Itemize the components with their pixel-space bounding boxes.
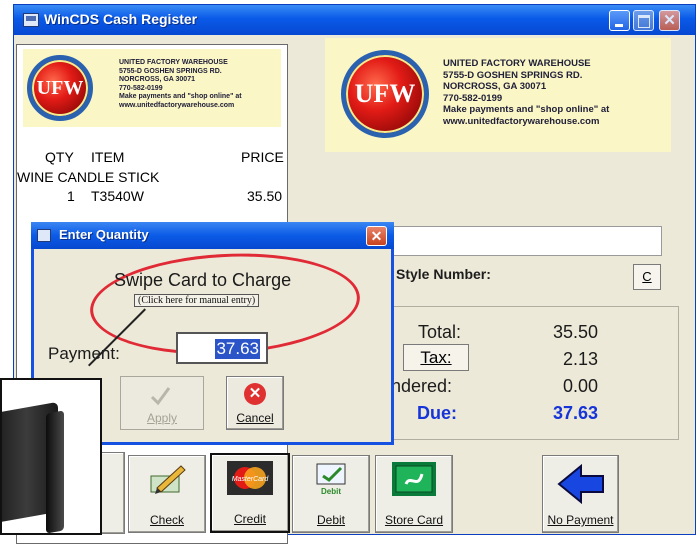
back-arrow-icon <box>556 463 604 505</box>
tax-button-label: Tax: <box>420 348 452 367</box>
window-title: WinCDS Cash Register <box>44 11 198 27</box>
receipt-line-description: WINE CANDLE STICK <box>17 169 160 185</box>
no-payment-button[interactable]: No Payment <box>542 455 619 533</box>
store-card-icon <box>392 462 436 496</box>
tendered-label: ndered: <box>391 376 453 396</box>
check-button[interactable]: Check <box>128 455 206 533</box>
no-payment-label: No Payment <box>547 513 614 527</box>
dialog-app-icon <box>37 229 51 242</box>
receipt-line-qty: 1 <box>67 188 75 204</box>
logo-text: UFW <box>354 79 416 108</box>
store-url: www.unitedfactorywarehouse.com <box>443 115 600 127</box>
dialog-title-bar[interactable]: Enter Quantity ✕ <box>31 222 394 249</box>
store-info: UNITED FACTORY WAREHOUSE 5755-D GOSHEN S… <box>443 58 673 127</box>
card-reader-photo <box>0 378 102 535</box>
credit-label: Credit <box>233 512 266 526</box>
debit-text: Debit <box>321 487 341 496</box>
total-value: 35.50 <box>552 322 598 342</box>
store-note: Make payments and "shop online" at <box>119 93 242 100</box>
due-value: 37.63 <box>552 403 598 423</box>
store-name: UNITED FACTORY WAREHOUSE <box>119 59 228 66</box>
due-label: Due: <box>417 403 457 423</box>
app-icon <box>23 13 39 27</box>
debit-card-icon: Debit <box>316 463 346 496</box>
item-entry-field[interactable] <box>383 226 662 256</box>
payment-input[interactable]: 37.63 <box>176 332 268 364</box>
cancel-button[interactable]: ✕ Cancel <box>226 376 284 430</box>
clear-button[interactable]: C <box>633 264 661 290</box>
debit-label: Debit <box>316 513 345 527</box>
dialog-close-button[interactable]: ✕ <box>366 226 387 246</box>
store-street: 5755-D GOSHEN SPRINGS RD. <box>119 67 222 75</box>
manual-entry-link[interactable]: (Click here for manual entry) <box>134 294 260 307</box>
checkmark-icon <box>150 387 171 406</box>
receipt-col-qty: QTY <box>45 149 74 165</box>
minimize-button[interactable] <box>609 10 630 31</box>
store-phone: 770-582-0199 <box>443 92 503 104</box>
store-name: UNITED FACTORY WAREHOUSE <box>443 58 591 69</box>
ufw-logo: UFW <box>27 55 93 121</box>
credit-button[interactable]: MasterCard Credit <box>210 453 290 533</box>
mastercard-icon: MasterCard <box>227 461 273 495</box>
ufw-logo-large: UFW <box>341 50 429 138</box>
store-city: NORCROSS, GA 30071 <box>443 81 547 92</box>
store-note: Make payments and "shop online" at <box>443 104 610 115</box>
tax-value: 2.13 <box>562 349 598 369</box>
store-card-label: Store Card <box>384 513 444 527</box>
check-label: Check <box>149 513 184 527</box>
receipt-col-price: PRICE <box>241 149 284 165</box>
style-number-label: Style Number: <box>396 266 491 282</box>
receipt-header: UFW UNITED FACTORY WAREHOUSE 5755-D GOSH… <box>23 49 281 127</box>
mastercard-text: MasterCard <box>232 476 270 483</box>
receipt-line-price: 35.50 <box>247 188 283 204</box>
store-street: 5755-D GOSHEN SPRINGS RD. <box>443 69 583 81</box>
debit-button[interactable]: Debit Debit <box>292 455 370 533</box>
receipt-store-info: UNITED FACTORY WAREHOUSE 5755-D GOSHEN S… <box>119 59 279 110</box>
tax-button[interactable]: Tax: <box>403 344 469 371</box>
swipe-card-prompt: Swipe Card to Charge <box>114 270 292 290</box>
apply-label: Apply <box>146 411 178 425</box>
payment-label: Payment: <box>48 344 120 363</box>
logo-text: UFW <box>36 77 84 99</box>
store-url: www.unitedfactorywarehouse.com <box>119 101 235 109</box>
receipt-col-item: ITEM <box>91 149 125 165</box>
cancel-label: Cancel <box>236 411 274 425</box>
apply-button[interactable]: Apply <box>120 376 204 430</box>
store-header: UFW UNITED FACTORY WAREHOUSE 5755-D GOSH… <box>325 38 671 152</box>
total-label: Total: <box>418 322 462 342</box>
maximize-button[interactable] <box>633 10 654 31</box>
payment-value: 37.63 <box>215 339 260 359</box>
tendered-value: 0.00 <box>562 376 598 396</box>
close-button[interactable]: ✕ <box>659 10 680 31</box>
card-reader-slot <box>46 410 64 533</box>
title-bar[interactable]: WinCDS Cash Register ✕ <box>14 5 695 35</box>
cancel-icon: ✕ <box>244 383 266 405</box>
dialog-title: Enter Quantity <box>59 227 149 242</box>
receipt-line-sku: T3540W <box>91 188 144 204</box>
store-phone: 770-582-0199 <box>119 84 163 92</box>
check-pen-icon <box>150 465 186 494</box>
store-card-button[interactable]: Store Card <box>375 455 453 533</box>
store-city: NORCROSS, GA 30071 <box>119 76 195 83</box>
